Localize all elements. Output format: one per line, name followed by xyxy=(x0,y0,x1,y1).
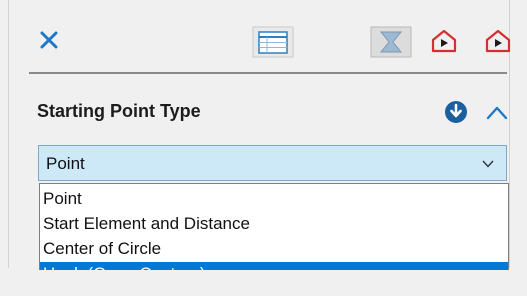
starting-point-type-select[interactable]: Point xyxy=(38,145,507,181)
chevron-up-icon[interactable] xyxy=(486,104,508,120)
option-start-element-distance[interactable]: Start Element and Distance xyxy=(40,212,508,236)
route-end-button[interactable] xyxy=(481,25,515,59)
chevron-down-icon xyxy=(482,160,494,168)
close-button[interactable] xyxy=(37,28,61,52)
route-end-icon xyxy=(485,29,511,53)
route-start-button[interactable] xyxy=(427,25,461,59)
option-point[interactable]: Point xyxy=(40,187,508,211)
option-center-of-circle[interactable]: Center of Circle xyxy=(40,237,508,261)
filter-button[interactable] xyxy=(370,26,412,58)
bottom-strip xyxy=(0,270,527,296)
select-value: Point xyxy=(46,154,85,173)
route-start-icon xyxy=(431,29,457,53)
starting-point-panel: Starting Point Type Point Point Start El… xyxy=(8,0,511,287)
list-view-icon xyxy=(252,26,294,58)
filter-icon xyxy=(370,26,412,58)
toolbar xyxy=(9,0,511,72)
list-view-button[interactable] xyxy=(252,26,294,58)
info-down-icon[interactable] xyxy=(444,100,468,124)
close-icon xyxy=(40,31,58,49)
section-title: Starting Point Type xyxy=(37,101,201,121)
toolbar-divider xyxy=(29,72,507,74)
